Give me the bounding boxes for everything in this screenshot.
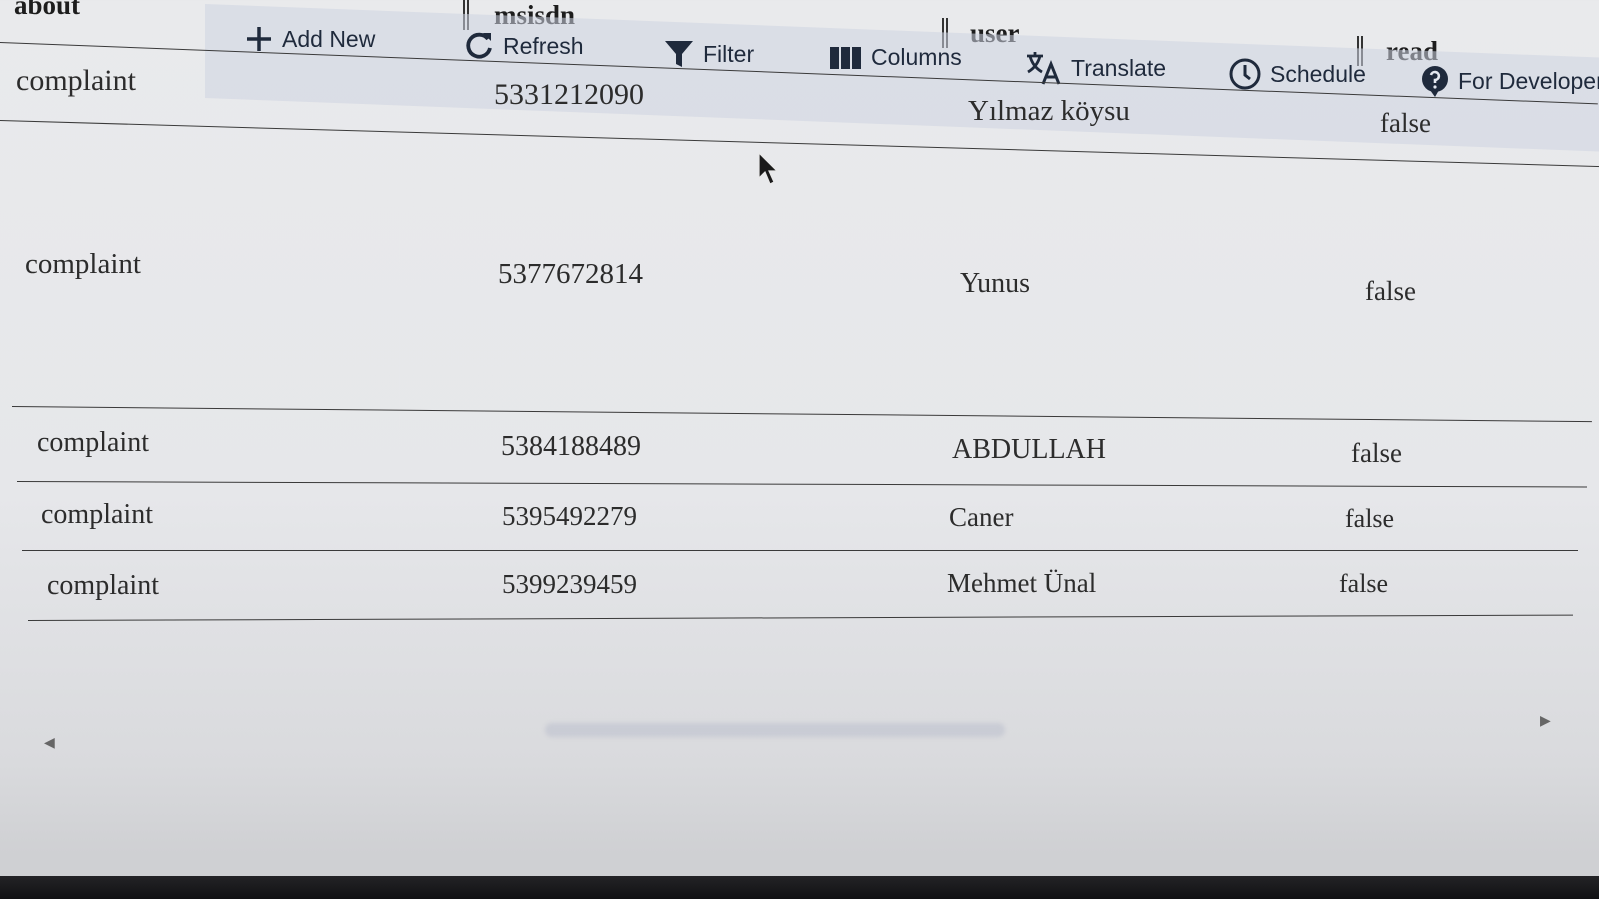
columns-label: Columns <box>871 44 962 70</box>
cell-user[interactable]: ABDULLAH <box>952 434 1106 466</box>
cell-msisdn[interactable]: 5331212090 <box>494 78 644 112</box>
mouse-cursor-icon <box>758 151 780 191</box>
translate-label: Translate <box>1071 54 1167 81</box>
cell-about[interactable]: complaint <box>16 64 136 98</box>
refresh-icon <box>463 30 495 62</box>
cell-user[interactable]: Yılmaz köysu <box>968 95 1130 128</box>
cell-msisdn[interactable]: 5377672814 <box>498 258 643 291</box>
for-developers-label: For Developers <box>1458 67 1599 94</box>
cell-read[interactable]: false <box>1380 108 1431 139</box>
row-divider <box>11 406 1592 423</box>
refresh-label: Refresh <box>503 32 584 59</box>
refresh-button[interactable]: Refresh <box>463 30 584 62</box>
row-divider <box>22 550 1578 551</box>
for-developers-button[interactable]: For Developers <box>1420 64 1599 98</box>
schedule-button[interactable]: Schedule <box>1228 57 1366 91</box>
plus-icon <box>244 24 274 54</box>
screen-bottom-bezel <box>0 876 1599 899</box>
row-divider <box>28 614 1573 621</box>
cell-read[interactable]: false <box>1365 276 1416 307</box>
row-divider <box>16 481 1587 488</box>
cell-user[interactable]: Caner <box>949 502 1013 533</box>
cell-msisdn[interactable]: 5395492279 <box>502 501 637 532</box>
cell-read[interactable]: false <box>1345 504 1394 534</box>
filter-button[interactable]: Filter <box>663 38 754 70</box>
cell-about[interactable]: complaint <box>47 570 159 602</box>
add-new-button[interactable]: Add New <box>244 24 375 54</box>
clock-icon <box>1228 57 1262 91</box>
horizontal-scrollbar[interactable] <box>545 723 1005 737</box>
cell-msisdn[interactable]: 5384188489 <box>501 431 641 463</box>
cell-about[interactable]: complaint <box>25 248 141 281</box>
cell-read[interactable]: false <box>1339 569 1388 599</box>
scroll-left-icon[interactable]: ◀ <box>44 735 55 751</box>
add-new-label: Add New <box>282 25 376 52</box>
scroll-right-icon[interactable]: ▶ <box>1540 713 1551 729</box>
translate-icon <box>1025 50 1063 86</box>
translate-button[interactable]: Translate <box>1025 50 1166 86</box>
cell-about[interactable]: complaint <box>41 499 153 531</box>
column-header-about[interactable]: about <box>14 0 80 21</box>
schedule-label: Schedule <box>1270 60 1366 87</box>
columns-icon <box>829 45 863 71</box>
help-icon <box>1420 64 1450 98</box>
cell-msisdn[interactable]: 5399239459 <box>502 569 637 600</box>
cell-about[interactable]: complaint <box>37 427 149 459</box>
filter-icon <box>663 38 695 70</box>
cell-user[interactable]: Yunus <box>960 268 1030 300</box>
cell-read[interactable]: false <box>1351 438 1402 469</box>
cell-user[interactable]: Mehmet Ünal <box>947 568 1096 599</box>
filter-label: Filter <box>703 40 755 67</box>
columns-button[interactable]: Columns <box>829 44 962 71</box>
